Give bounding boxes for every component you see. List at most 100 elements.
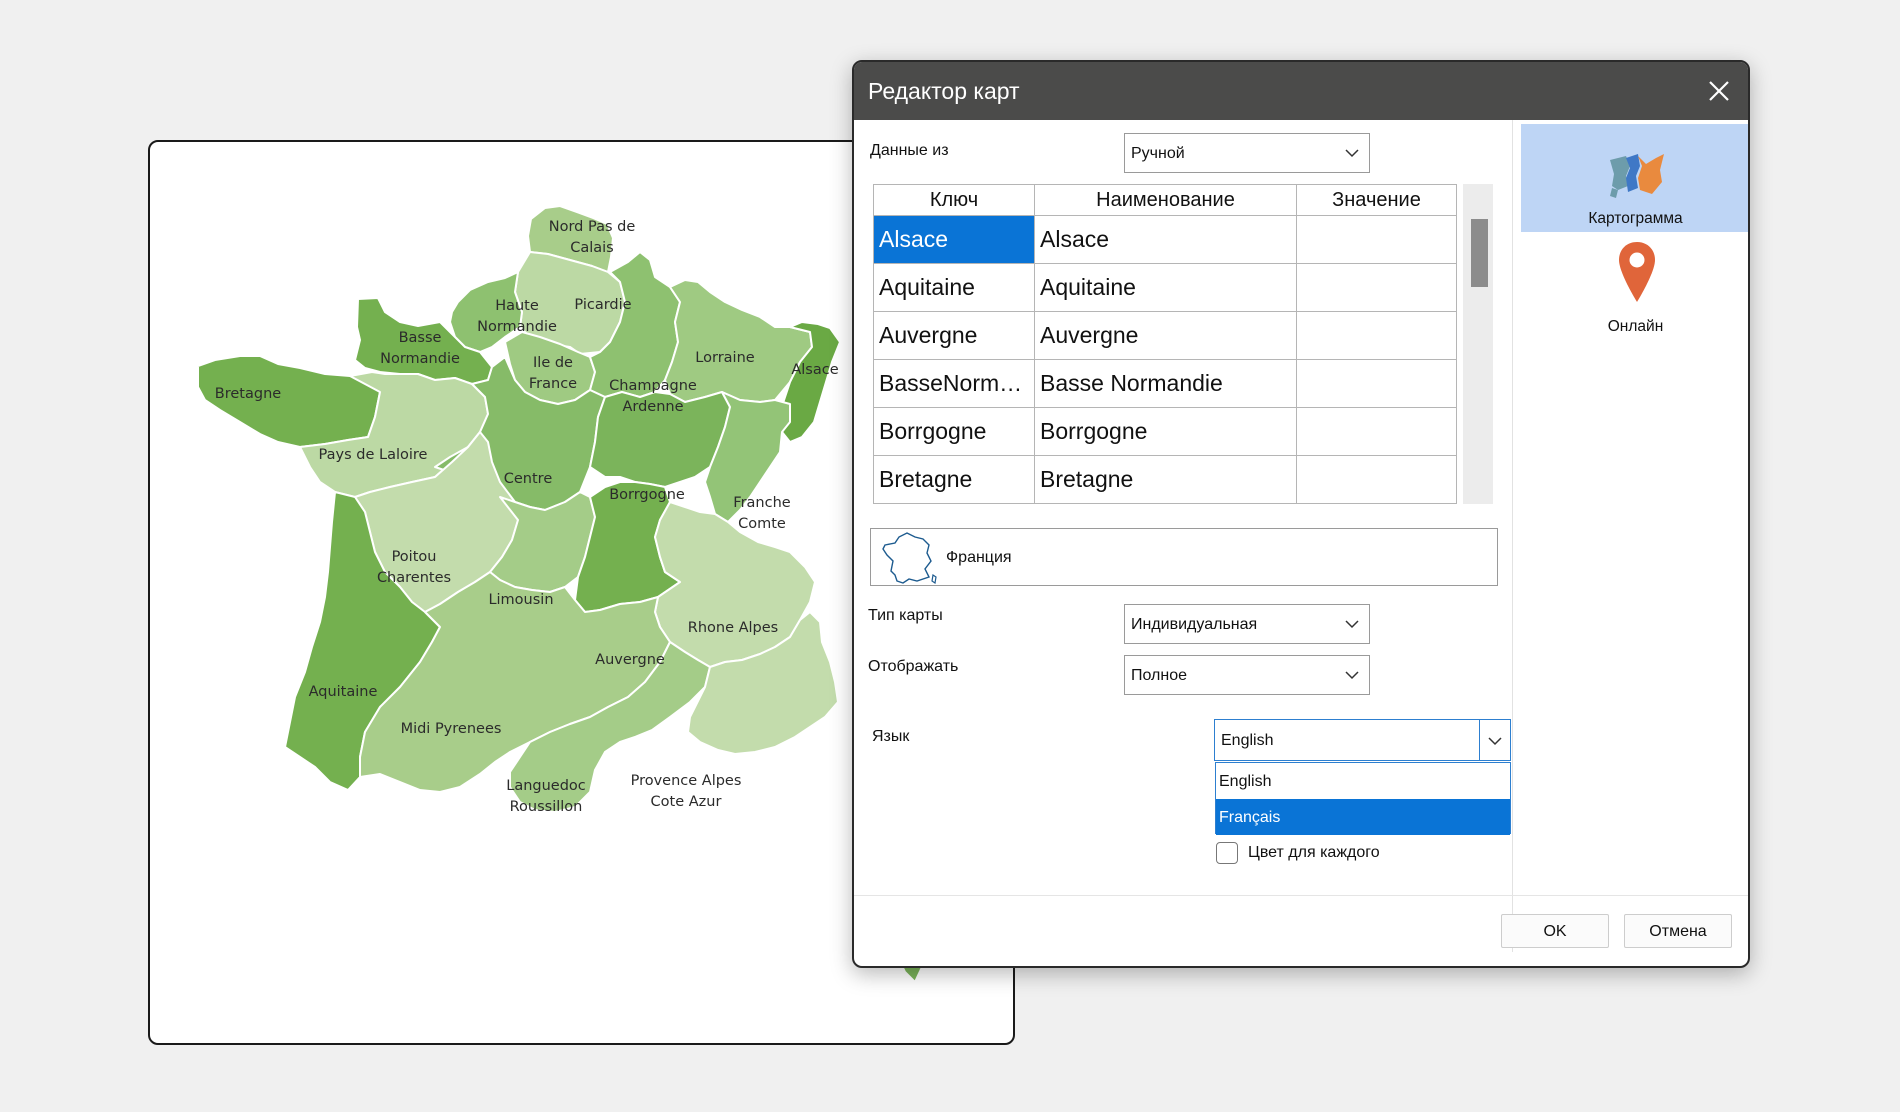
table-cell-name[interactable]: Borrgogne (1034, 407, 1297, 456)
pane-divider (1512, 120, 1513, 952)
region-label-line: Basse (399, 330, 442, 346)
map-editor-dialog: Редактор карт Данные из Ручной Ключ Наим… (852, 60, 1750, 968)
table-scrollbar[interactable] (1463, 184, 1493, 504)
table-cell-value[interactable] (1296, 359, 1457, 408)
country-selector[interactable]: Франция (870, 528, 1498, 586)
region-label-line: Normandie (477, 319, 557, 335)
table-cell-key[interactable]: Aquitaine (873, 263, 1035, 312)
region-label-line: Ardenne (622, 399, 683, 415)
region-label-line: Lorraine (695, 350, 754, 366)
table-cell-name[interactable]: Bretagne (1034, 455, 1297, 504)
table-cell-value[interactable] (1296, 263, 1457, 312)
close-icon (1709, 81, 1729, 101)
choropleth-map-icon (1610, 154, 1664, 198)
dropdown-separator (1479, 720, 1480, 760)
region-label-franche-comte: Franche Comte (733, 495, 790, 532)
region-label-line: Comte (738, 516, 786, 532)
language-option-francais[interactable]: Français (1216, 799, 1510, 835)
color-each-label: Цвет для каждого (1248, 844, 1380, 861)
chevron-down-icon (1345, 620, 1359, 629)
view-choropleth[interactable]: Картограмма (1521, 124, 1748, 232)
region-label-line: Ile de (533, 355, 573, 371)
region-label-auvergne: Auvergne (595, 652, 665, 668)
region-label-line: Franche (733, 495, 790, 511)
table-row[interactable]: BasseNormandie Basse Normandie (873, 359, 1457, 408)
table-cell-key[interactable]: BasseNormandie (873, 359, 1035, 408)
column-header-value[interactable]: Значение (1296, 184, 1457, 216)
language-dropdown-list: English Français (1215, 762, 1511, 835)
region-label-line: Haute (495, 298, 539, 314)
table-cell-key[interactable]: Alsace (873, 215, 1035, 264)
region-label-line: Centre (504, 471, 553, 487)
view-online-label: Онлайн (1607, 318, 1664, 335)
region-label-line: Normandie (380, 351, 460, 367)
region-label-line: Charentes (377, 570, 451, 586)
table-cell-name[interactable]: Aquitaine (1034, 263, 1297, 312)
column-header-name[interactable]: Наименование (1034, 184, 1297, 216)
table-cell-key[interactable]: Bretagne (873, 455, 1035, 504)
view-online[interactable]: Онлайн (1521, 232, 1748, 340)
table-row[interactable]: Alsace Alsace (873, 215, 1457, 264)
region-label-line: Calais (570, 240, 614, 256)
color-each-checkbox[interactable] (1216, 842, 1238, 864)
chevron-down-icon (1345, 149, 1359, 158)
region-label-line: Nord Pas de (549, 219, 636, 235)
dialog-titlebar: Редактор карт (854, 62, 1748, 120)
table-cell-key[interactable]: Borrgogne (873, 407, 1035, 456)
dialog-title: Редактор карт (868, 78, 1020, 104)
france-outline-icon (882, 532, 937, 585)
country-name: Франция (946, 549, 1012, 566)
data-table: Ключ Наименование Значение Alsace Alsace… (873, 184, 1457, 504)
table-row[interactable]: Borrgogne Borrgogne (873, 407, 1457, 456)
region-label-pays-de-laloire: Pays de Laloire (319, 447, 428, 463)
region-label-line: Picardie (574, 297, 631, 313)
chevron-down-icon (1345, 671, 1359, 680)
close-button[interactable] (1702, 74, 1736, 108)
region-label-line: Auvergne (595, 652, 665, 668)
footer-divider (854, 895, 1748, 896)
ok-button[interactable]: OK (1501, 914, 1609, 948)
region-label-line: Champagne (609, 378, 697, 394)
map-pin-icon (1619, 242, 1655, 302)
region-label-borrgogne: Borrgogne (609, 487, 685, 503)
table-row[interactable]: Auvergne Auvergne (873, 311, 1457, 360)
region-label-line: Poitou (392, 549, 437, 565)
cancel-button[interactable]: Отмена (1624, 914, 1732, 948)
region-label-limousin: Limousin (488, 592, 553, 608)
region-label-bretagne: Bretagne (215, 386, 281, 402)
table-cell-value[interactable] (1296, 215, 1457, 264)
region-label-line: Borrgogne (609, 487, 685, 503)
column-header-key[interactable]: Ключ (873, 184, 1035, 216)
region-label-line: France (529, 376, 577, 392)
table-header-row: Ключ Наименование Значение (873, 184, 1457, 216)
map-type-value: Индивидуальная (1131, 616, 1258, 633)
region-label-line: Rhone Alpes (688, 620, 778, 636)
data-source-label: Данные из (870, 142, 949, 159)
region-label-line: Pays de Laloire (319, 447, 428, 463)
table-row[interactable]: Bretagne Bretagne (873, 455, 1457, 504)
region-label-provence-alpes-cote-azur: Provence Alpes Cote Azur (631, 773, 742, 810)
data-source-select[interactable]: Ручной (1124, 133, 1370, 173)
map-type-select[interactable]: Индивидуальная (1124, 604, 1370, 644)
language-select[interactable]: English (1214, 719, 1511, 761)
chevron-down-icon[interactable] (1486, 732, 1504, 750)
table-cell-key[interactable]: Auvergne (873, 311, 1035, 360)
table-row[interactable]: Aquitaine Aquitaine (873, 263, 1457, 312)
language-option-english[interactable]: English (1216, 763, 1510, 799)
table-cell-name[interactable]: Basse Normandie (1034, 359, 1297, 408)
table-cell-value[interactable] (1296, 455, 1457, 504)
region-label-line: Languedoc (506, 778, 586, 794)
table-cell-name[interactable]: Alsace (1034, 215, 1297, 264)
language-option-label: Français (1219, 809, 1281, 826)
table-cell-value[interactable] (1296, 311, 1457, 360)
display-label: Отображать (868, 658, 959, 675)
language-value: English (1221, 732, 1274, 749)
table-cell-value[interactable] (1296, 407, 1457, 456)
display-select[interactable]: Полное (1124, 655, 1370, 695)
region-label-line: Bretagne (215, 386, 281, 402)
table-cell-name[interactable]: Auvergne (1034, 311, 1297, 360)
display-value: Полное (1131, 667, 1188, 684)
region-label-alsace: Alsace (791, 362, 838, 378)
scrollbar-thumb[interactable] (1471, 219, 1488, 287)
view-choropleth-label: Картограмма (1588, 210, 1683, 227)
